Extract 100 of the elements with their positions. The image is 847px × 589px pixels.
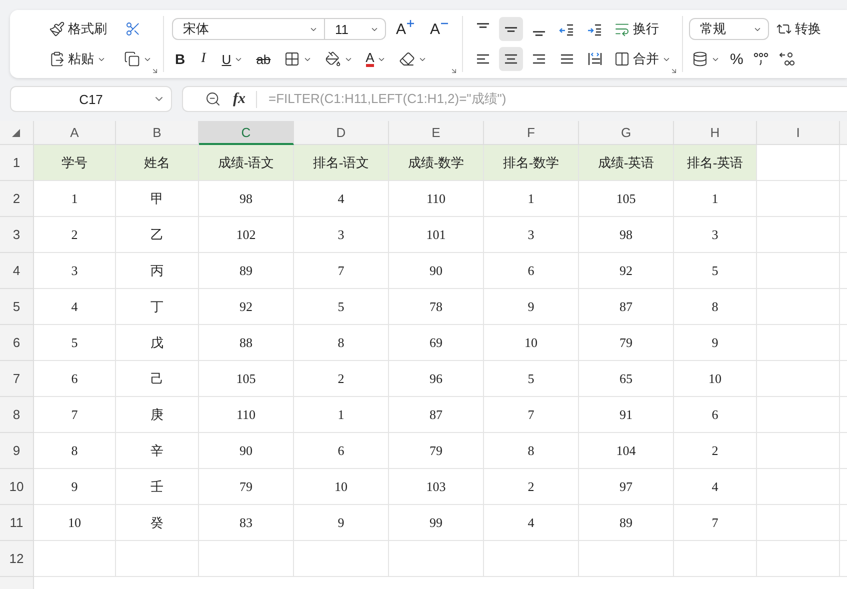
strikethrough-button[interactable]: ab xyxy=(253,47,274,71)
table-cell: 79 xyxy=(199,469,294,505)
table-cell: 10 xyxy=(294,469,389,505)
table-cell: 壬 xyxy=(116,469,199,505)
row-header[interactable]: 12 xyxy=(0,541,34,577)
table-cell: 排名-数学 xyxy=(484,145,579,181)
underline-button[interactable]: U xyxy=(218,47,246,71)
align-middle-button[interactable] xyxy=(499,17,524,41)
table-cell: 9 xyxy=(484,289,579,325)
format-painter-button[interactable]: 格式刷 xyxy=(46,17,110,41)
table-cell: 8 xyxy=(484,433,579,469)
table-cell: 110 xyxy=(199,397,294,433)
align-center-button[interactable] xyxy=(499,47,524,71)
table-cell: 成绩-数学 xyxy=(389,145,484,181)
row-header[interactable]: 5 xyxy=(0,289,34,325)
wrap-text-button[interactable]: 换行 xyxy=(611,17,662,41)
table-cell: 3 xyxy=(34,253,116,289)
table-cell: 5 xyxy=(674,253,757,289)
table-cell: 69 xyxy=(389,325,484,361)
table-cell: 9 xyxy=(34,469,116,505)
table-cell: 110 xyxy=(389,181,484,217)
dialog-launcher-icon[interactable] xyxy=(450,67,458,75)
percent-button[interactable]: % xyxy=(727,47,746,71)
column-header[interactable]: I xyxy=(757,121,840,145)
row-header[interactable]: 11 xyxy=(0,505,34,541)
column-header[interactable]: G xyxy=(579,121,674,145)
bold-button[interactable]: B xyxy=(172,47,188,71)
formula-text: =FILTER(C1:H11,LEFT(C1:H1,2)="成绩") xyxy=(268,90,506,108)
table-cell: 3 xyxy=(294,217,389,253)
row-header[interactable]: 1 xyxy=(0,145,34,181)
font-size-select[interactable]: 11 xyxy=(325,18,386,40)
increase-font-button[interactable]: A xyxy=(390,17,420,41)
number-format-select[interactable]: 常规 xyxy=(689,18,770,40)
column-header[interactable]: D xyxy=(294,121,389,145)
name-box[interactable]: C17 xyxy=(10,86,172,112)
font-color-button[interactable]: A xyxy=(362,47,390,71)
paste-button[interactable]: 粘贴 xyxy=(46,47,109,71)
table-cell: 5 xyxy=(34,325,116,361)
table-cell: 1 xyxy=(34,181,116,217)
table-cell: 1 xyxy=(484,181,579,217)
table-cell: 成绩-语文 xyxy=(199,145,294,181)
table-cell: 87 xyxy=(389,397,484,433)
row-header[interactable]: 8 xyxy=(0,397,34,433)
column-header[interactable]: A xyxy=(34,121,116,145)
merge-button[interactable]: 合并 xyxy=(611,47,674,71)
table-cell: 92 xyxy=(579,253,674,289)
borders-icon xyxy=(284,51,300,67)
function-label[interactable]: fx xyxy=(233,90,256,108)
table-cell: 4 xyxy=(484,505,579,541)
italic-button[interactable]: I xyxy=(195,47,212,71)
column-header[interactable]: H xyxy=(674,121,757,145)
table-cell: 2 xyxy=(674,433,757,469)
row-header[interactable]: 2 xyxy=(0,181,34,217)
dialog-launcher-icon[interactable] xyxy=(151,67,159,75)
brush-icon xyxy=(49,21,65,37)
table-cell: 丁 xyxy=(116,289,199,325)
table-cell: 辛 xyxy=(116,433,199,469)
table-cell: 103 xyxy=(389,469,484,505)
row-header[interactable]: 6 xyxy=(0,325,34,361)
font-name-select[interactable]: 宋体 xyxy=(172,18,325,40)
table-cell: 甲 xyxy=(116,181,199,217)
column-header[interactable]: E xyxy=(389,121,484,145)
row-header[interactable]: 9 xyxy=(0,433,34,469)
table-cell: 96 xyxy=(389,361,484,397)
table-cell: 3 xyxy=(674,217,757,253)
zoom-out-icon[interactable] xyxy=(205,91,221,107)
table-cell: 4 xyxy=(294,181,389,217)
scissors-icon xyxy=(125,21,141,37)
table-cell: 98 xyxy=(199,181,294,217)
table-cell: 成绩-英语 xyxy=(579,145,674,181)
column-header[interactable]: F xyxy=(484,121,579,145)
distributed-align-icon xyxy=(586,50,604,68)
table-cell: 79 xyxy=(389,433,484,469)
table-cell: 79 xyxy=(579,325,674,361)
column-header[interactable]: B xyxy=(116,121,199,145)
table-cell: 97 xyxy=(579,469,674,505)
row-header[interactable]: 7 xyxy=(0,361,34,397)
convert-button[interactable]: 转换 xyxy=(773,17,824,41)
row-header[interactable]: 3 xyxy=(0,217,34,253)
decrease-font-button[interactable]: A xyxy=(424,17,454,41)
table-cell: 8 xyxy=(674,289,757,325)
formula-bar[interactable]: fx =FILTER(C1:H11,LEFT(C1:H1,2)="成绩") xyxy=(182,86,847,112)
table-cell: 89 xyxy=(199,253,294,289)
table-cell: 癸 xyxy=(116,505,199,541)
table-cell: 2 xyxy=(294,361,389,397)
copy-icon xyxy=(124,51,140,67)
increase-decimal-icon xyxy=(779,51,796,67)
column-header[interactable]: C xyxy=(199,121,294,145)
align-bottom-icon xyxy=(533,30,546,36)
row-header[interactable]: 10 xyxy=(0,469,34,505)
row-header[interactable]: 4 xyxy=(0,253,34,289)
select-all-corner[interactable] xyxy=(0,121,34,145)
table-cell: 丙 xyxy=(116,253,199,289)
table-cell: 7 xyxy=(34,397,116,433)
table-cell: 7 xyxy=(294,253,389,289)
table-cell: 1 xyxy=(674,181,757,217)
table-cell: 10 xyxy=(34,505,116,541)
dialog-launcher-icon[interactable] xyxy=(670,67,678,75)
table-cell: 90 xyxy=(389,253,484,289)
plus-icon xyxy=(407,20,414,27)
